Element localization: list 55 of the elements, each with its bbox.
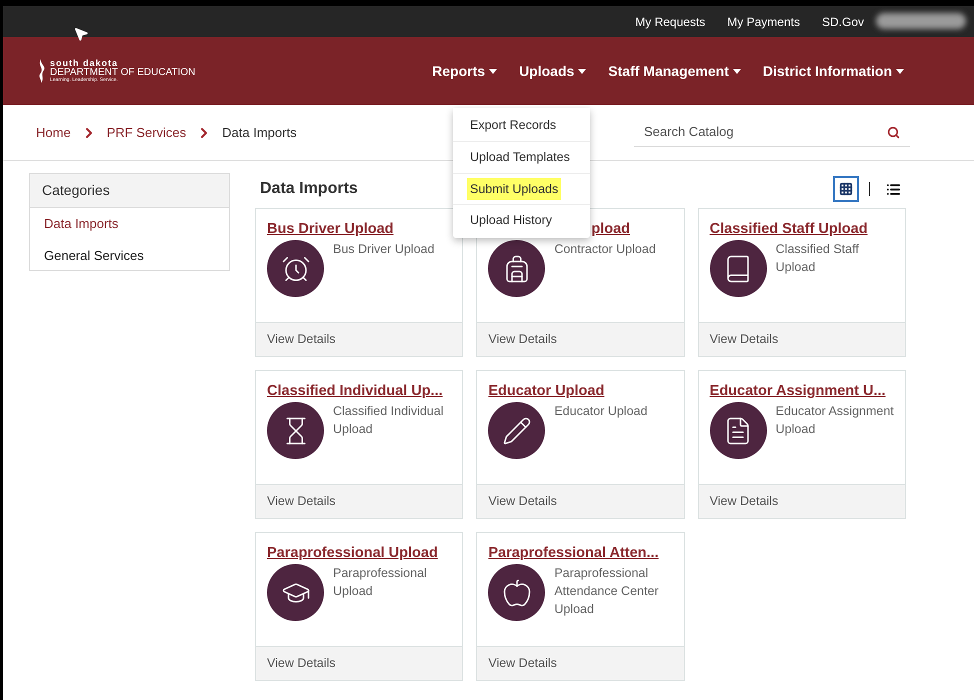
logo-state: south dakota (50, 59, 120, 68)
grid-icon (839, 182, 853, 196)
card-description: Contractor Upload (554, 241, 656, 258)
dropdown-item[interactable]: Submit Uploads (467, 178, 562, 200)
breadcrumb-link[interactable]: Home (36, 122, 71, 142)
nav-menu-item[interactable]: Reports (432, 60, 498, 82)
card-title-link[interactable]: Classified Staff Upload (710, 219, 868, 239)
caret-icon (732, 68, 741, 74)
view-details-link[interactable]: View Details (710, 492, 778, 511)
view-details-link[interactable]: View Details (488, 654, 557, 673)
card-description: Bus Driver Upload (333, 241, 434, 258)
logo-department: DEPARTMENT OF EDUCATION (50, 68, 196, 78)
nav-menu-item[interactable]: District Information (762, 60, 904, 82)
category-item[interactable]: General Services (30, 240, 229, 271)
card-title-link[interactable]: Paraprofessional Atten... (488, 543, 659, 563)
card-title-link[interactable]: Classified Individual Up... (267, 381, 443, 401)
card-description: Educator Assignment Upload (776, 403, 894, 438)
search-icon (887, 126, 900, 138)
view-details-link[interactable]: View Details (267, 330, 336, 349)
caret-icon (896, 68, 904, 74)
dropdown-item[interactable]: Upload History (467, 209, 555, 232)
top-link[interactable]: My Requests (635, 12, 706, 30)
card-description: Classified Staff Upload (776, 241, 860, 276)
breadcrumb-link[interactable]: PRF Services (106, 122, 186, 142)
categories-title: Categories (30, 174, 229, 208)
card-title-link[interactable]: Educator Assignment U... (710, 381, 886, 401)
card-description: Educator Upload (554, 403, 648, 420)
search-field[interactable]: Search Catalog (644, 122, 887, 142)
dropdown-item[interactable]: Export Records (467, 114, 560, 137)
top-link[interactable]: SD.Gov (822, 12, 864, 30)
view-details-link[interactable]: View Details (710, 330, 778, 349)
breadcrumb-current: Data Imports (222, 124, 297, 142)
card-description: Paraprofessional Attendance Center Upload (554, 565, 660, 618)
card-title-link[interactable]: Paraprofessional Upload (267, 543, 438, 563)
category-item[interactable]: Data Imports (30, 208, 229, 240)
card-description: Paraprofessional Upload (333, 565, 428, 600)
nav-menu-item[interactable]: Uploads (519, 60, 586, 82)
caret-icon (489, 68, 498, 74)
view-details-link[interactable]: View Details (488, 492, 557, 511)
card-title-link[interactable]: Bus Driver Upload (267, 219, 394, 239)
card-title-link[interactable]: Educator Upload (488, 381, 604, 401)
caret-icon (578, 68, 586, 74)
top-link[interactable]: My Payments (727, 12, 800, 30)
card-icon (502, 578, 532, 608)
dropdown-item[interactable]: Upload Templates (467, 146, 573, 168)
list-icon (886, 182, 900, 196)
nav-menu-item[interactable]: Staff Management (608, 60, 741, 82)
view-details-link[interactable]: View Details (267, 492, 336, 511)
grid-view-button[interactable] (833, 176, 859, 202)
cursor-icon (73, 26, 89, 42)
section-title: Data Imports (260, 179, 358, 199)
view-details-link[interactable]: View Details (488, 330, 557, 349)
card-description: Classified Individual Upload (333, 403, 444, 438)
view-details-link[interactable]: View Details (267, 654, 336, 673)
card-icon (502, 416, 532, 446)
